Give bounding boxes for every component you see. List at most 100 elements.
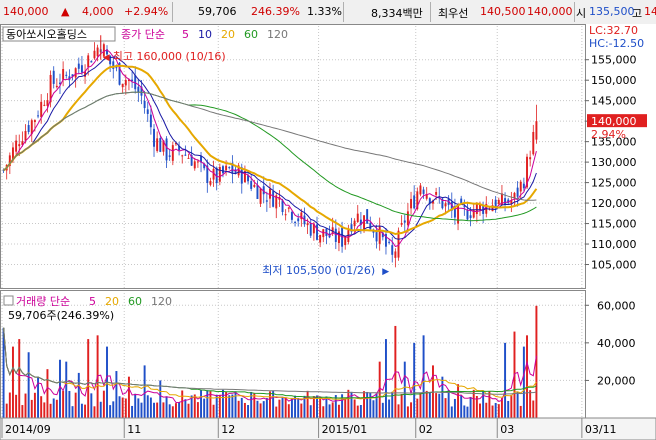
volume-bar [127, 376, 130, 418]
candle-body [413, 195, 416, 209]
volume-bar [40, 396, 43, 418]
candle-body [435, 192, 438, 195]
volume-bar [121, 397, 124, 418]
candle-body [369, 222, 372, 230]
price-tick-label: 125,000 [591, 177, 637, 190]
candle-body [96, 47, 99, 57]
volume-bar [49, 403, 52, 418]
volume-bar [134, 393, 137, 418]
volume-bar [428, 392, 431, 418]
volume-bar [112, 401, 115, 418]
volume-bar [526, 335, 528, 418]
candle-body [463, 206, 466, 208]
candle-body [159, 138, 162, 152]
volume-bar [275, 406, 278, 418]
price-legend-ma120: 120 [267, 28, 288, 41]
volume-bar [441, 376, 444, 418]
volume-bar [187, 403, 190, 418]
volume-bar [71, 406, 74, 418]
volume-ratio: 246.39% [251, 5, 300, 18]
volume-bar [181, 390, 184, 418]
volume-bar [124, 398, 127, 418]
open-price: 135,500 [589, 5, 635, 18]
volume-bar [290, 398, 293, 418]
candle-body [457, 204, 460, 224]
volume-bar [403, 361, 406, 418]
time-tick-label: 02 [419, 423, 433, 436]
candle-body [319, 234, 322, 243]
volume-bar [457, 384, 460, 418]
volume-bar [491, 405, 494, 418]
volume-bar [410, 402, 413, 418]
volume-bar [93, 406, 96, 418]
volume-bar [156, 402, 159, 418]
volume-bar [334, 395, 337, 418]
trade-volume: 59,706 [198, 5, 237, 18]
candle-body [532, 131, 535, 155]
candle-body [27, 125, 30, 133]
volume-bar [143, 365, 146, 418]
candle-body [171, 145, 174, 161]
candle-body [297, 218, 300, 222]
candle-body [269, 188, 271, 199]
volume-bar [372, 400, 375, 418]
volume-bar [115, 371, 118, 418]
volume-bar [300, 403, 303, 418]
volume-bar [472, 389, 475, 418]
volume-bar [485, 402, 488, 418]
volume-bar [102, 390, 105, 418]
volume-bar [243, 402, 246, 418]
candle-body [87, 55, 90, 67]
volume-bar [460, 395, 463, 418]
volume-bar [325, 396, 328, 418]
volume-bar [466, 406, 469, 418]
candle-body [143, 100, 146, 109]
volume-bar [212, 404, 215, 418]
volume-bar [146, 395, 149, 418]
volume-bar [312, 396, 315, 418]
volume-bar [510, 394, 513, 418]
candle-body [80, 65, 83, 73]
volume-bar [74, 392, 77, 418]
candle-body [121, 83, 124, 88]
price-tick-label: 145,000 [591, 95, 637, 108]
volume-legend-ma120: 120 [151, 295, 172, 308]
volume-bar [463, 405, 466, 418]
open-label: 시 [576, 7, 587, 20]
volume-bar [11, 346, 14, 418]
candle-body [74, 68, 77, 78]
volume-bar [231, 394, 234, 418]
volume-bar [488, 391, 491, 418]
volume-tick-label: 60,000 [597, 299, 636, 312]
candle-body [250, 181, 253, 189]
candle-body [193, 161, 196, 169]
candle-body [422, 189, 425, 194]
volume-bar [406, 406, 409, 418]
volume-bar [529, 390, 532, 418]
candle-body [184, 154, 187, 156]
candle-body [90, 61, 93, 63]
candle-body [529, 157, 532, 160]
candle-body [55, 85, 58, 88]
volume-bar [165, 396, 168, 418]
volume-bar [522, 346, 525, 418]
time-tick-label: 03/11 [585, 423, 617, 436]
volume-bar [168, 404, 171, 418]
candle-body [153, 128, 155, 147]
candle-body [334, 228, 337, 242]
best-quote-label: 최우선 [438, 7, 469, 20]
volume-bar [118, 396, 121, 418]
candle-body [287, 207, 290, 209]
volume-bar [109, 405, 112, 418]
volume-bar [265, 398, 268, 418]
volume-bar [331, 402, 334, 418]
volume-bar [77, 372, 80, 418]
price-tick-label: 130,000 [591, 156, 637, 169]
low-note: 최저 105,500 (01/26) [262, 264, 375, 277]
volume-bar [519, 405, 522, 418]
stock-chart[interactable]: 105,000 110,000 115,000 120,000 125,000 130,0… [0, 24, 656, 440]
volume-bar [256, 400, 259, 418]
time-tick-label: 2015/01 [322, 423, 368, 436]
volume-bar [218, 395, 221, 418]
candle-body [93, 50, 96, 59]
